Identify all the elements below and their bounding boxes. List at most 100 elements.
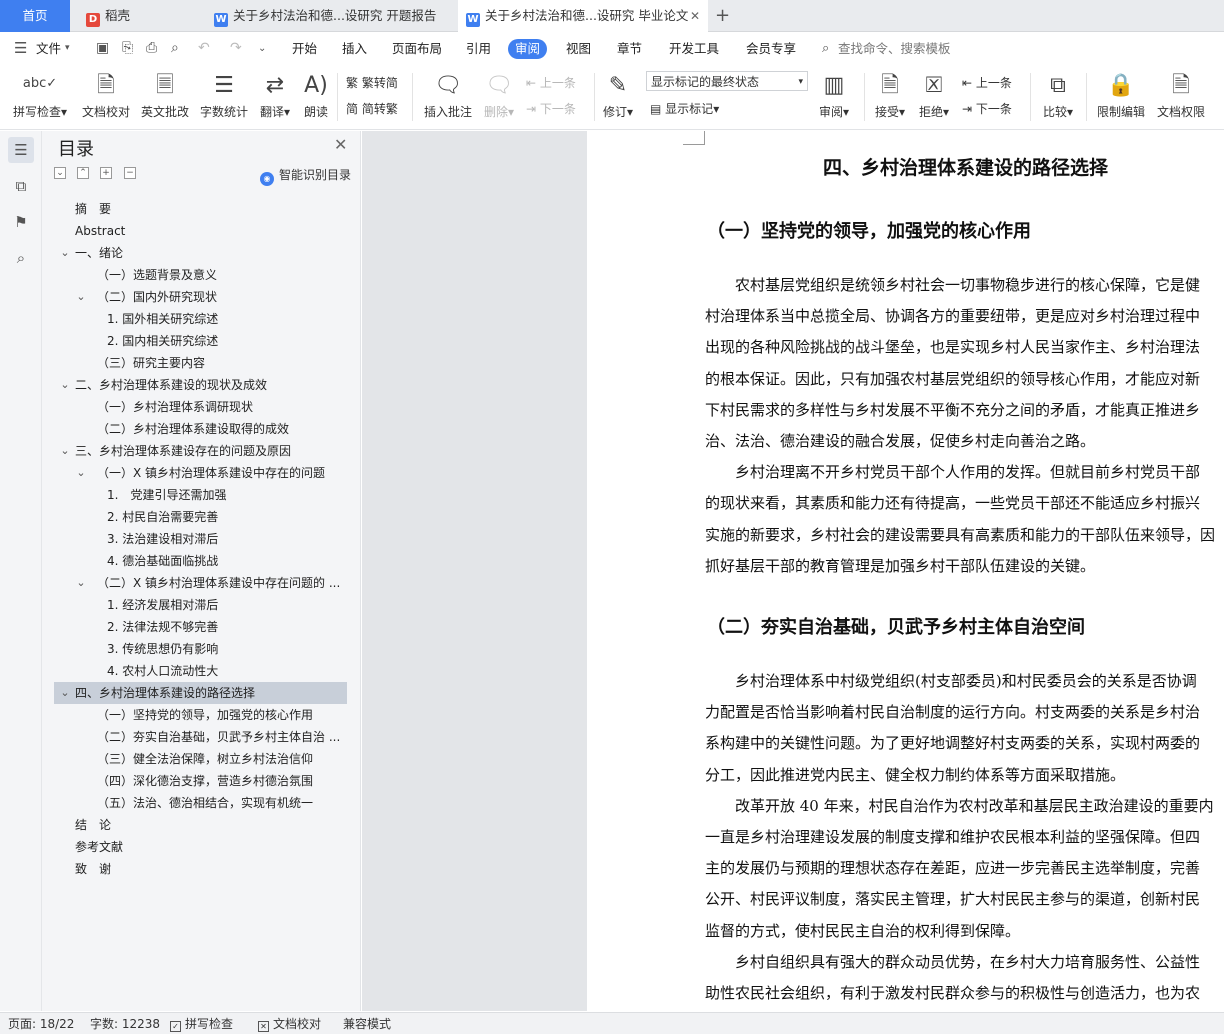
save-icon[interactable]: ▣	[96, 32, 109, 65]
chevron-down-icon[interactable]: ⌄	[74, 286, 88, 308]
toc-item[interactable]: 二、乡村治理体系建设的现状及成效	[75, 374, 342, 396]
toc-item[interactable]: （五）法治、德治相结合，实现有机统一	[97, 792, 342, 814]
print-preview-icon[interactable]: ⌕	[171, 32, 179, 65]
word-count[interactable]: 字数: 12238	[90, 1013, 160, 1035]
accept-button[interactable]: 🗎 接受▾	[872, 69, 908, 120]
toc-item[interactable]: 参考文献	[75, 836, 342, 858]
chevron-down-icon[interactable]: ⌄	[58, 374, 72, 396]
chevron-down-icon[interactable]: ⌄	[74, 462, 88, 484]
smart-toc-button[interactable]: ◉ 智能识别目录	[260, 166, 351, 186]
menu-developer[interactable]: 开发工具	[669, 32, 719, 65]
hamburger-icon[interactable]: ☰	[14, 32, 27, 65]
undo-icon[interactable]: ↶	[198, 32, 210, 65]
toc-item[interactable]: （三）研究主要内容	[97, 352, 342, 374]
export-icon[interactable]: ⎘	[122, 32, 133, 65]
bookmark-icon[interactable]: ⚑	[8, 209, 34, 235]
toc-item[interactable]: （二）国内外研究现状	[97, 286, 342, 308]
toc-item[interactable]: 4. 农村人口流动性大	[107, 660, 342, 682]
word-count-button[interactable]: ☰ 字数统计	[198, 69, 250, 120]
toc-item[interactable]: 2. 国内相关研究综述	[107, 330, 342, 352]
spell-check-toggle[interactable]: ✓ 拼写检查	[170, 1013, 233, 1035]
delete-comment-button[interactable]: 🗨 删除▾	[482, 69, 516, 120]
toc-item[interactable]: （一）坚持党的领导，加强党的核心作用	[97, 704, 342, 726]
restrict-edit-button[interactable]: 🔒 限制编辑	[1094, 69, 1148, 120]
read-aloud-button[interactable]: A) 朗读	[301, 69, 331, 120]
toc-item[interactable]: 摘 要	[75, 198, 342, 220]
toc-item[interactable]: 4. 德治基础面临挑战	[107, 550, 342, 572]
toc-pane-icon[interactable]: ☰	[8, 137, 34, 163]
reject-button[interactable]: 🗵 拒绝▾	[916, 69, 952, 120]
insert-comment-button[interactable]: 🗨 插入批注	[422, 69, 474, 120]
toc-item[interactable]: 四、乡村治理体系建设的路径选择	[75, 682, 342, 704]
menu-review[interactable]: 审阅	[508, 39, 548, 59]
menu-chapter[interactable]: 章节	[617, 32, 642, 65]
customize-toolbar-icon[interactable]: ⌄	[258, 32, 266, 65]
toc-item[interactable]: 1. 国外相关研究综述	[107, 308, 342, 330]
prev-comment-button[interactable]: ⇤ 上一条	[526, 73, 576, 93]
expand-up-icon[interactable]: ⌃	[77, 167, 89, 179]
compare-button[interactable]: ⧉ 比较▾	[1038, 69, 1078, 120]
toc-item[interactable]: 2. 法律法规不够完善	[107, 616, 342, 638]
toc-item[interactable]: （二）夯实自治基础，贝武予乡村主体自治 ...	[97, 726, 342, 748]
next-comment-button[interactable]: ⇥ 下一条	[526, 99, 576, 119]
collapse-all-icon[interactable]: ⌄	[54, 167, 66, 179]
menu-insert[interactable]: 插入	[342, 32, 367, 65]
menu-file[interactable]: 文件	[36, 32, 61, 65]
toc-item[interactable]: 3. 法治建设相对滞后	[107, 528, 342, 550]
chevron-down-icon[interactable]: ⌄	[74, 572, 88, 594]
toc-item[interactable]: 三、乡村治理体系建设存在的问题及原因	[75, 440, 342, 462]
toc-item[interactable]: 一、绪论	[75, 242, 342, 264]
new-tab-button[interactable]: +	[715, 0, 735, 32]
document-page[interactable]: 四、乡村治理体系建设的路径选择 （一）坚持党的领导，加强党的核心作用 农村基层党…	[587, 131, 1224, 1011]
menu-view[interactable]: 视图	[566, 32, 591, 65]
to-traditional-button[interactable]: 繁 繁转简	[346, 73, 398, 93]
toc-item[interactable]: 1. 经济发展相对滞后	[107, 594, 342, 616]
to-simplified-button[interactable]: 简 简转繁	[346, 99, 398, 119]
menu-start[interactable]: 开始	[292, 32, 317, 65]
show-markup-button[interactable]: ▤ 显示标记▾	[650, 99, 719, 119]
toc-item[interactable]: 1. 党建引导还需加强	[107, 484, 342, 506]
close-icon[interactable]: ✕	[334, 135, 347, 154]
chevron-down-icon[interactable]: ⌄	[58, 242, 72, 264]
close-tab-icon[interactable]: ✕	[690, 0, 700, 32]
toc-item[interactable]: （一）选题背景及意义	[97, 264, 342, 286]
track-changes-button[interactable]: ✎ 修订▾	[600, 69, 636, 120]
tab-proposal[interactable]: W 关于乡村法治和德...设研究 开题报告	[206, 0, 456, 32]
next-change-button[interactable]: ⇥ 下一条	[962, 99, 1012, 119]
toc-item[interactable]: 3. 传统思想仍有影响	[107, 638, 342, 660]
english-review-button[interactable]: 🗏 英文批改	[138, 69, 192, 120]
menu-member[interactable]: 会员专享	[746, 32, 796, 65]
doc-proof-button[interactable]: 🗎 文档校对	[80, 69, 132, 120]
toc-item[interactable]: （一）乡村治理体系调研现状	[97, 396, 342, 418]
toc-item[interactable]: 致 谢	[75, 858, 342, 880]
toc-item[interactable]: （二）X 镇乡村治理体系建设中存在问题的 ...	[97, 572, 342, 594]
toc-item[interactable]: （二）乡村治理体系建设取得的成效	[97, 418, 342, 440]
review-pane-button[interactable]: ▥ 审阅▾	[816, 69, 852, 120]
markup-mode-select[interactable]: 显示标记的最终状态 ▾	[646, 71, 808, 91]
menu-page-layout[interactable]: 页面布局	[392, 32, 442, 65]
tab-thesis[interactable]: W 关于乡村法治和德...设研究 毕业论文 ✕	[458, 0, 708, 32]
menu-references[interactable]: 引用	[466, 32, 491, 65]
toc-item[interactable]: （三）健全法治保障，树立乡村法治信仰	[97, 748, 342, 770]
translate-button[interactable]: ⇄ 翻译▾	[257, 69, 293, 120]
redo-icon[interactable]: ↷	[230, 32, 242, 65]
page-indicator[interactable]: 页面: 18/22	[8, 1013, 74, 1035]
chapter-nav-icon[interactable]: ⧉	[8, 173, 34, 199]
search-icon[interactable]: ⌕	[8, 245, 34, 271]
toc-item[interactable]: （一）X 镇乡村治理体系建设中存在的问题	[97, 462, 342, 484]
spell-check-button[interactable]: abc✓ 拼写检查▾	[10, 69, 70, 120]
chevron-down-icon[interactable]: ⌄	[58, 682, 72, 704]
chevron-down-icon[interactable]: ⌄	[58, 440, 72, 462]
print-icon[interactable]: ⎙	[146, 32, 157, 65]
toc-item[interactable]: （四）深化德治支撑，营造乡村德治氛围	[97, 770, 342, 792]
prev-change-button[interactable]: ⇤ 上一条	[962, 73, 1012, 93]
expand-icon[interactable]: +	[100, 167, 112, 179]
proof-toggle[interactable]: ✕ 文档校对	[258, 1013, 321, 1035]
tab-docer[interactable]: D 稻壳	[74, 0, 204, 32]
toc-item[interactable]: 结 论	[75, 814, 342, 836]
collapse-icon[interactable]: −	[124, 167, 136, 179]
tab-home[interactable]: 首页	[0, 0, 70, 32]
toc-item[interactable]: 2. 村民自治需要完善	[107, 506, 342, 528]
doc-rights-button[interactable]: 🗎 文档权限	[1154, 69, 1208, 120]
toc-item[interactable]: Abstract	[75, 220, 342, 242]
